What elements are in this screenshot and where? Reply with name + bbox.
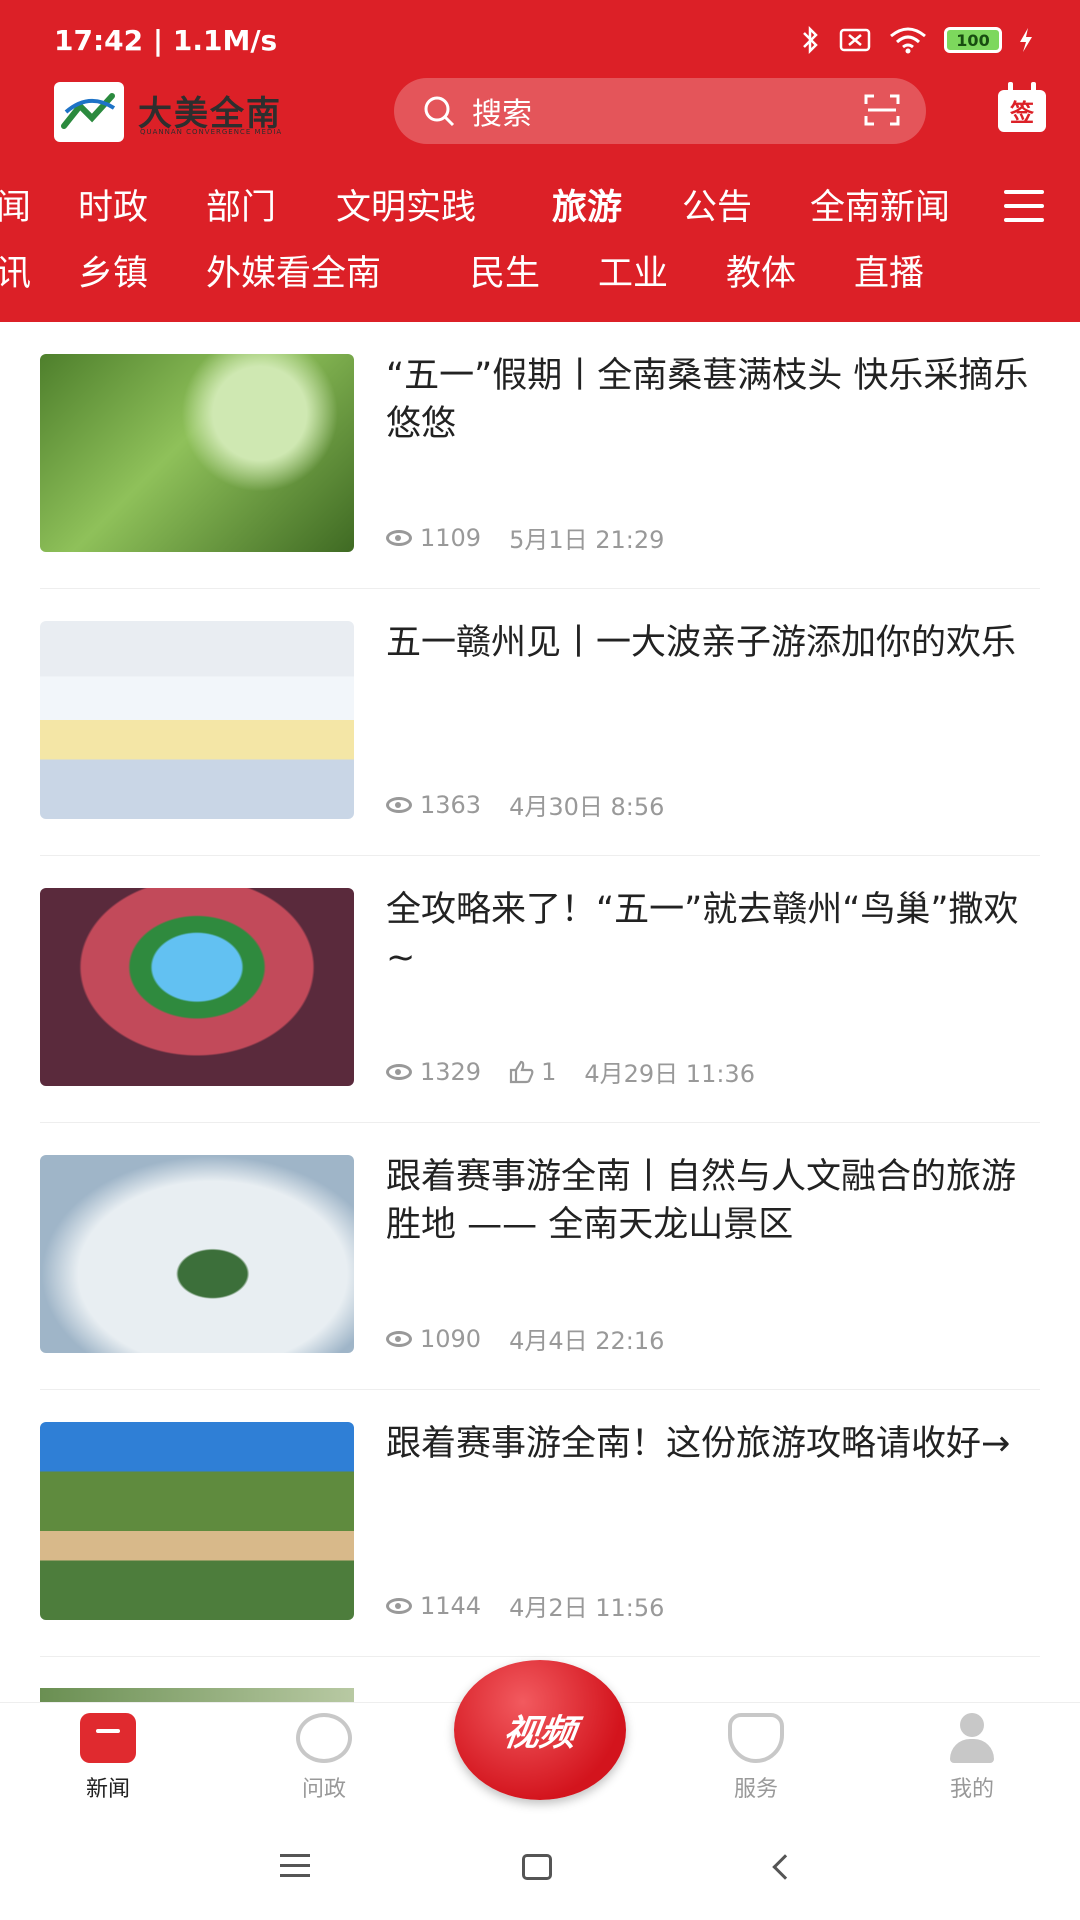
search-input[interactable]: 搜索 [472, 89, 532, 133]
news-item[interactable]: “五一”假期丨全南桑葚满枝头 快乐采摘乐悠悠 1109 5月1日 21:29 [40, 322, 1040, 589]
like-count: 1 [541, 1057, 557, 1086]
news-item[interactable]: 全攻略来了！“五一”就去赣州“鸟巢”撒欢~ 1329 1 4月29日 11:36 [40, 856, 1040, 1123]
channel-tab[interactable]: 工业 [598, 244, 668, 304]
channel-tab[interactable]: 外媒看全南 [206, 244, 381, 304]
battery-icon: 100 [944, 27, 1002, 53]
news-thumbnail-partial [40, 1688, 354, 1702]
scan-icon[interactable] [864, 94, 900, 126]
eye-icon [386, 1597, 412, 1614]
status-icons: 100 [800, 25, 1034, 55]
search-bar[interactable]: 搜索 [394, 78, 926, 144]
divider [40, 1656, 1040, 1657]
thumbs-up-icon [509, 1060, 534, 1083]
news-title: 全攻略来了！“五一”就去赣州“鸟巢”撒欢~ [386, 890, 1019, 978]
view-count: 1363 [420, 790, 482, 819]
recent-apps-icon[interactable] [280, 1854, 310, 1884]
video-button[interactable]: 视频 [454, 1660, 626, 1800]
tab-news[interactable]: 新闻 [48, 1713, 168, 1803]
news-title: 跟着赛事游全南！这份旅游攻略请收好→ [386, 1424, 1011, 1464]
channel-tab[interactable]: 民生 [470, 244, 540, 304]
channel-tab-active[interactable]: 旅游 [552, 178, 622, 238]
handshake-icon [728, 1713, 784, 1763]
channel-row-1: 闻 时政 部门 文明实践 旅游 公告 全南新闻 [0, 178, 1080, 238]
news-title: 五一赣州见丨一大波亲子游添加你的欢乐 [386, 623, 1017, 663]
back-icon[interactable] [772, 1854, 798, 1880]
status-time: 17:42 | 1.1M/s [54, 23, 278, 57]
view-count: 1329 [420, 1057, 482, 1086]
channel-tab[interactable]: 讯 [0, 244, 31, 304]
app-bar: 大美全南 QUANNAN CONVERGENCE MEDIA 搜索 签 [0, 78, 1080, 166]
video-label: 视频 [500, 1713, 579, 1754]
news-meta: 1144 4月2日 11:56 [386, 1588, 664, 1623]
channel-tab[interactable]: 时政 [78, 178, 148, 238]
logo-mark-icon [61, 93, 116, 129]
eye-icon [386, 1330, 412, 1347]
news-icon [80, 1713, 136, 1763]
system-nav-bar [0, 1814, 1080, 1920]
news-thumbnail [40, 1155, 354, 1353]
wifi-icon [890, 27, 926, 54]
channel-tab[interactable]: 公告 [682, 178, 752, 238]
news-item[interactable]: 跟着赛事游全南丨自然与人文融合的旅游胜地 —— 全南天龙山景区 1090 4月4… [40, 1123, 1040, 1390]
tab-label: 我的 [949, 1777, 994, 1802]
logo-subtitle: QUANNAN CONVERGENCE MEDIA [140, 128, 283, 136]
view-count: 1144 [420, 1591, 482, 1620]
bluetooth-icon [803, 25, 818, 55]
charging-icon [1020, 28, 1032, 52]
news-meta: 1363 4月30日 8:56 [386, 787, 664, 822]
news-thumbnail [40, 354, 354, 552]
user-icon [944, 1713, 1000, 1763]
news-title: “五一”假期丨全南桑葚满枝头 快乐采摘乐悠悠 [386, 356, 1029, 444]
header: 17:42 | 1.1M/s 100 大美全南 QUANNAN CONVERGE… [0, 0, 1080, 322]
menu-icon[interactable] [1004, 190, 1044, 222]
news-thumbnail [40, 1422, 354, 1620]
news-thumbnail [40, 888, 354, 1086]
eye-icon [386, 1063, 412, 1080]
view-count: 1109 [420, 523, 482, 552]
sim-off-icon [839, 28, 871, 52]
publish-date: 4月30日 8:56 [509, 793, 665, 821]
news-meta: 1329 1 4月29日 11:36 [386, 1054, 755, 1089]
publish-date: 4月2日 11:56 [509, 1594, 665, 1622]
channel-tab[interactable]: 文明实践 [336, 178, 476, 238]
channel-tab[interactable]: 闻 [0, 178, 31, 238]
home-icon[interactable] [522, 1854, 552, 1880]
sign-in-button[interactable]: 签 [998, 82, 1046, 132]
view-count: 1090 [420, 1324, 482, 1353]
publish-date: 4月4日 22:16 [509, 1327, 665, 1355]
channel-tab[interactable]: 乡镇 [78, 244, 148, 304]
news-meta: 1090 4月4日 22:16 [386, 1321, 664, 1356]
eye-icon [386, 529, 412, 546]
status-bar: 17:42 | 1.1M/s 100 [54, 18, 1034, 62]
logo[interactable] [54, 82, 124, 142]
tab-service[interactable]: 服务 [696, 1713, 816, 1803]
chat-bubble-icon [296, 1713, 352, 1763]
news-item[interactable]: 跟着赛事游全南！这份旅游攻略请收好→ 1144 4月2日 11:56 [40, 1390, 1040, 1657]
news-list[interactable]: “五一”假期丨全南桑葚满枝头 快乐采摘乐悠悠 1109 5月1日 21:29 五… [0, 322, 1080, 1702]
news-meta: 1109 5月1日 21:29 [386, 520, 664, 555]
channel-tab[interactable]: 全南新闻 [810, 178, 950, 238]
channel-row-2: 讯 乡镇 外媒看全南 民生 工业 教体 直播 [0, 244, 1080, 304]
news-item[interactable]: 五一赣州见丨一大波亲子游添加你的欢乐 1363 4月30日 8:56 [40, 589, 1040, 856]
tab-label: 新闻 [85, 1777, 130, 1802]
tab-label: 问政 [301, 1777, 346, 1802]
news-title: 跟着赛事游全南丨自然与人文融合的旅游胜地 —— 全南天龙山景区 [386, 1157, 1017, 1245]
tab-mine[interactable]: 我的 [912, 1713, 1032, 1803]
channel-tab[interactable]: 教体 [726, 244, 796, 304]
channel-tab[interactable]: 直播 [854, 244, 924, 304]
channel-tab[interactable]: 部门 [206, 178, 276, 238]
eye-icon [386, 796, 412, 813]
publish-date: 5月1日 21:29 [509, 526, 665, 554]
search-icon [424, 96, 455, 127]
tab-label: 服务 [733, 1777, 778, 1802]
publish-date: 4月29日 11:36 [584, 1060, 755, 1088]
tab-ask[interactable]: 问政 [264, 1713, 384, 1803]
news-thumbnail [40, 621, 354, 819]
